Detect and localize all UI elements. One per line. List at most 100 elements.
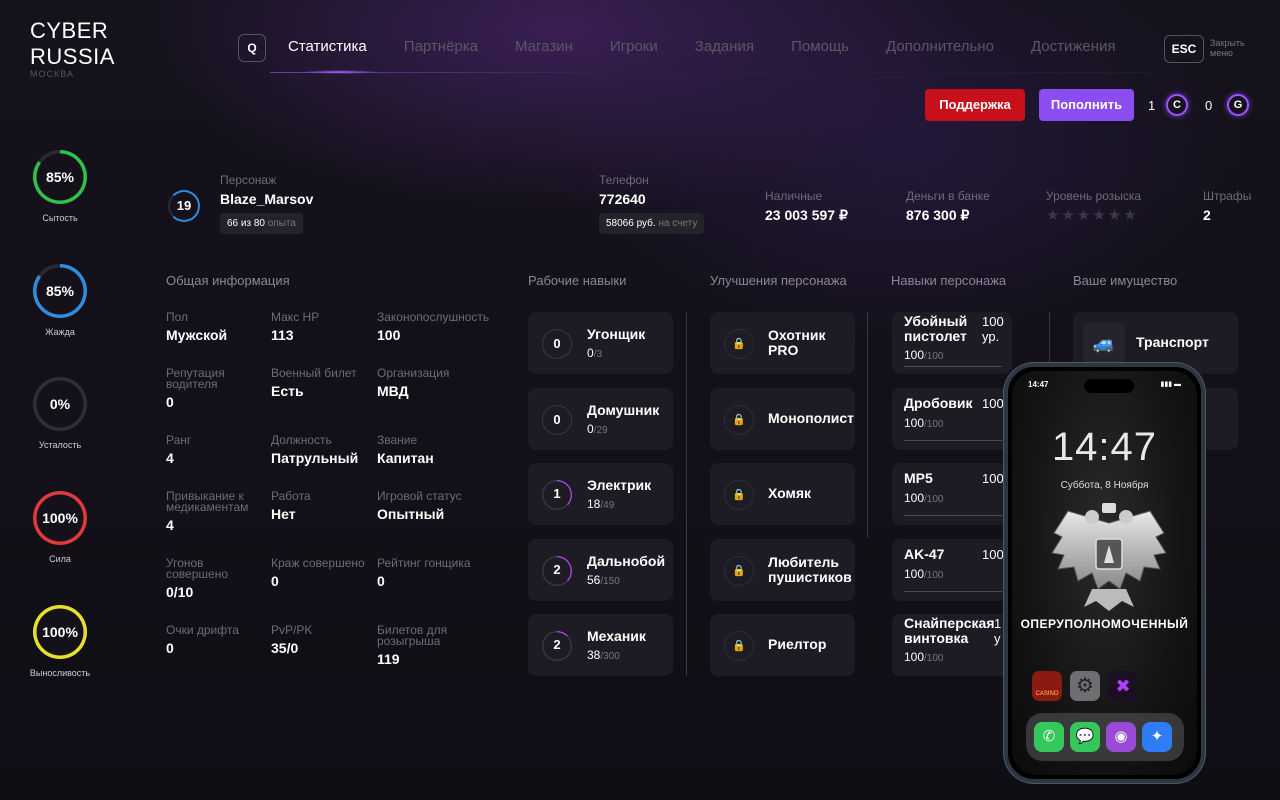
info-law: Законопослушность 100 xyxy=(377,311,489,343)
section-work-title: Рабочие навыки xyxy=(528,273,627,288)
fines-value: 2 xyxy=(1203,207,1211,223)
progress-max: /100 xyxy=(924,653,944,664)
progress-current: 100 xyxy=(904,491,925,505)
weapon-skill-name: Дробовик xyxy=(904,396,973,411)
weapon-skill-level: 100 ур. xyxy=(982,314,1004,344)
progress-max: /49 xyxy=(600,500,615,511)
currency-c-icon: C xyxy=(1166,94,1188,116)
info-label: Ранг xyxy=(166,433,192,447)
info-label: Привыкание к медикаментам xyxy=(166,489,249,514)
tab-shop[interactable]: Магазин xyxy=(515,38,573,55)
progress-current: 0 xyxy=(587,422,594,436)
lock-icon: 🔒 xyxy=(724,480,754,510)
phone-label: Телефон xyxy=(599,173,649,187)
info-thefts: Угонов совершено 0/10 xyxy=(166,557,261,600)
car-icon: 🚙 xyxy=(1083,323,1125,363)
main-nav: Статистика Партнёрка Магазин Игроки Зада… xyxy=(288,38,1153,55)
search-key-button[interactable]: Q xyxy=(238,34,266,62)
cash-block: Наличные 23 003 597 ₽ xyxy=(765,189,848,224)
weapon-skill-name: MP5 xyxy=(904,471,933,486)
tab-achievements[interactable]: Достижения xyxy=(1031,38,1116,55)
weapon-skill-progress: 100/100 xyxy=(904,491,944,505)
progress-max: /100 xyxy=(924,351,944,362)
safari-app-icon[interactable]: ✦ xyxy=(1142,722,1172,752)
info-value: 35/0 xyxy=(271,640,299,656)
casino-app-icon[interactable]: CASINO xyxy=(1032,671,1062,701)
upgrade-card[interactable]: 🔒 Риелтор xyxy=(710,614,855,676)
progress-max: /3 xyxy=(593,349,603,360)
fatigue-label: Усталость xyxy=(38,440,82,450)
upgrade-card[interactable]: 🔒 Любитель пушистиков xyxy=(710,539,855,601)
phone-app-icon[interactable]: ✆ xyxy=(1034,722,1064,752)
phone-device[interactable]: 14:47 ▮▮▮ ▬ 14:47 Суббота, 8 Ноября ОПЕР… xyxy=(1004,363,1205,783)
phone-status-time: 14:47 xyxy=(1028,380,1049,389)
work-skill-name: Домушник xyxy=(587,402,660,418)
info-military-id: Военный билет Есть xyxy=(271,367,357,399)
support-button[interactable]: Поддержка xyxy=(925,89,1025,121)
settings-app-icon[interactable]: ⚙ xyxy=(1070,671,1100,701)
weapon-level-line1: 100 xyxy=(982,396,1004,411)
work-skill-card[interactable]: 1 Электрик 18/49 xyxy=(528,463,673,525)
info-value: 100 xyxy=(377,327,401,343)
work-skill-card[interactable]: 0 Домушник 0/29 xyxy=(528,388,673,450)
logo-line2: RUSSIA xyxy=(30,44,115,69)
weapon-skill-card: Убойный пистолет 100 ур. 100/100 xyxy=(892,312,1012,374)
work-skill-card[interactable]: 2 Механик 38/300 xyxy=(528,614,673,676)
esc-key-button[interactable]: ESC xyxy=(1164,35,1204,63)
logo-sub: МОСКВА xyxy=(30,70,74,78)
tab-help[interactable]: Помощь xyxy=(791,38,849,55)
work-scrollbar[interactable] xyxy=(686,312,687,676)
progress-max: /100 xyxy=(924,494,944,505)
nav-divider xyxy=(270,72,1150,73)
weapon-level-line1: 1 xyxy=(994,616,1002,631)
upgrade-name: Хомяк xyxy=(768,486,811,501)
weapon-name-line1: MP5 xyxy=(904,470,933,486)
weapon-skill-level: 100 xyxy=(982,471,1004,486)
info-value: 0/10 xyxy=(166,584,194,600)
close-menu-label[interactable]: Закрыть меню xyxy=(1210,38,1260,58)
upgrade-card[interactable]: 🔒 Охотник PRO xyxy=(710,312,855,374)
wanted-label: Уровень розыска xyxy=(1046,189,1142,203)
progress-current: 0 xyxy=(587,346,594,360)
topup-button[interactable]: Пополнить xyxy=(1039,89,1134,121)
progress-max: /300 xyxy=(600,651,620,662)
satiety-ring: 85% xyxy=(33,150,87,204)
work-skill-progress: 38/300 xyxy=(587,648,620,662)
signal-battery-icon: ▮▮▮ ▬ xyxy=(1160,381,1181,388)
upgrade-name-line1: Хомяк xyxy=(768,485,812,501)
work-skill-card[interactable]: 0 Угонщик 0/3 xyxy=(528,312,673,374)
weapon-level-line1: 100 xyxy=(982,547,1004,562)
weapon-name-line1: Убойный xyxy=(904,313,968,329)
tab-statistics[interactable]: Статистика xyxy=(288,38,367,55)
currency-g-value: 0 xyxy=(1205,98,1213,113)
upgrade-card[interactable]: 🔒 Хомяк xyxy=(710,463,855,525)
section-skills-title: Навыки персонажа xyxy=(891,273,1007,288)
info-value: Есть xyxy=(271,383,304,399)
game-app-icon[interactable]: ✖ xyxy=(1108,671,1138,701)
upgrade-name-line1: Риелтор xyxy=(768,636,827,652)
info-game-status: Игровой статус Опытный xyxy=(377,490,462,522)
phone-lock-screen[interactable]: 14:47 ▮▮▮ ▬ 14:47 Суббота, 8 Ноября ОПЕР… xyxy=(1012,371,1197,775)
info-value: Мужской xyxy=(166,327,228,343)
tab-tasks[interactable]: Задания xyxy=(695,38,754,55)
skills-scrollbar[interactable] xyxy=(1049,312,1050,364)
strength-label: Сила xyxy=(49,554,71,564)
work-skill-card[interactable]: 2 Дальнобой 56/150 xyxy=(528,539,673,601)
upgrade-name-line1: Монополист xyxy=(768,410,855,426)
phone-number: 772640 xyxy=(599,191,646,207)
work-skill-name: Угонщик xyxy=(587,326,646,342)
upgrade-card[interactable]: 🔒 Монополист xyxy=(710,388,855,450)
messages-app-icon[interactable]: 💬 xyxy=(1070,722,1100,752)
tab-players[interactable]: Игроки xyxy=(610,38,658,55)
progress-current: 56 xyxy=(587,573,601,587)
info-label: Организация xyxy=(377,366,450,380)
tab-partner[interactable]: Партнёрка xyxy=(404,38,478,55)
upgrades-scrollbar[interactable] xyxy=(867,312,868,538)
info-racer-rating: Рейтинг гонщика 0 xyxy=(377,557,471,589)
info-value: 4 xyxy=(166,450,174,466)
exp-chip: 66 из 80 опыта xyxy=(220,213,303,234)
info-value: Капитан xyxy=(377,450,434,466)
podcasts-app-icon[interactable]: ◉ xyxy=(1106,722,1136,752)
info-value: 0 xyxy=(377,573,385,589)
tab-extra[interactable]: Дополнительно xyxy=(886,38,994,55)
